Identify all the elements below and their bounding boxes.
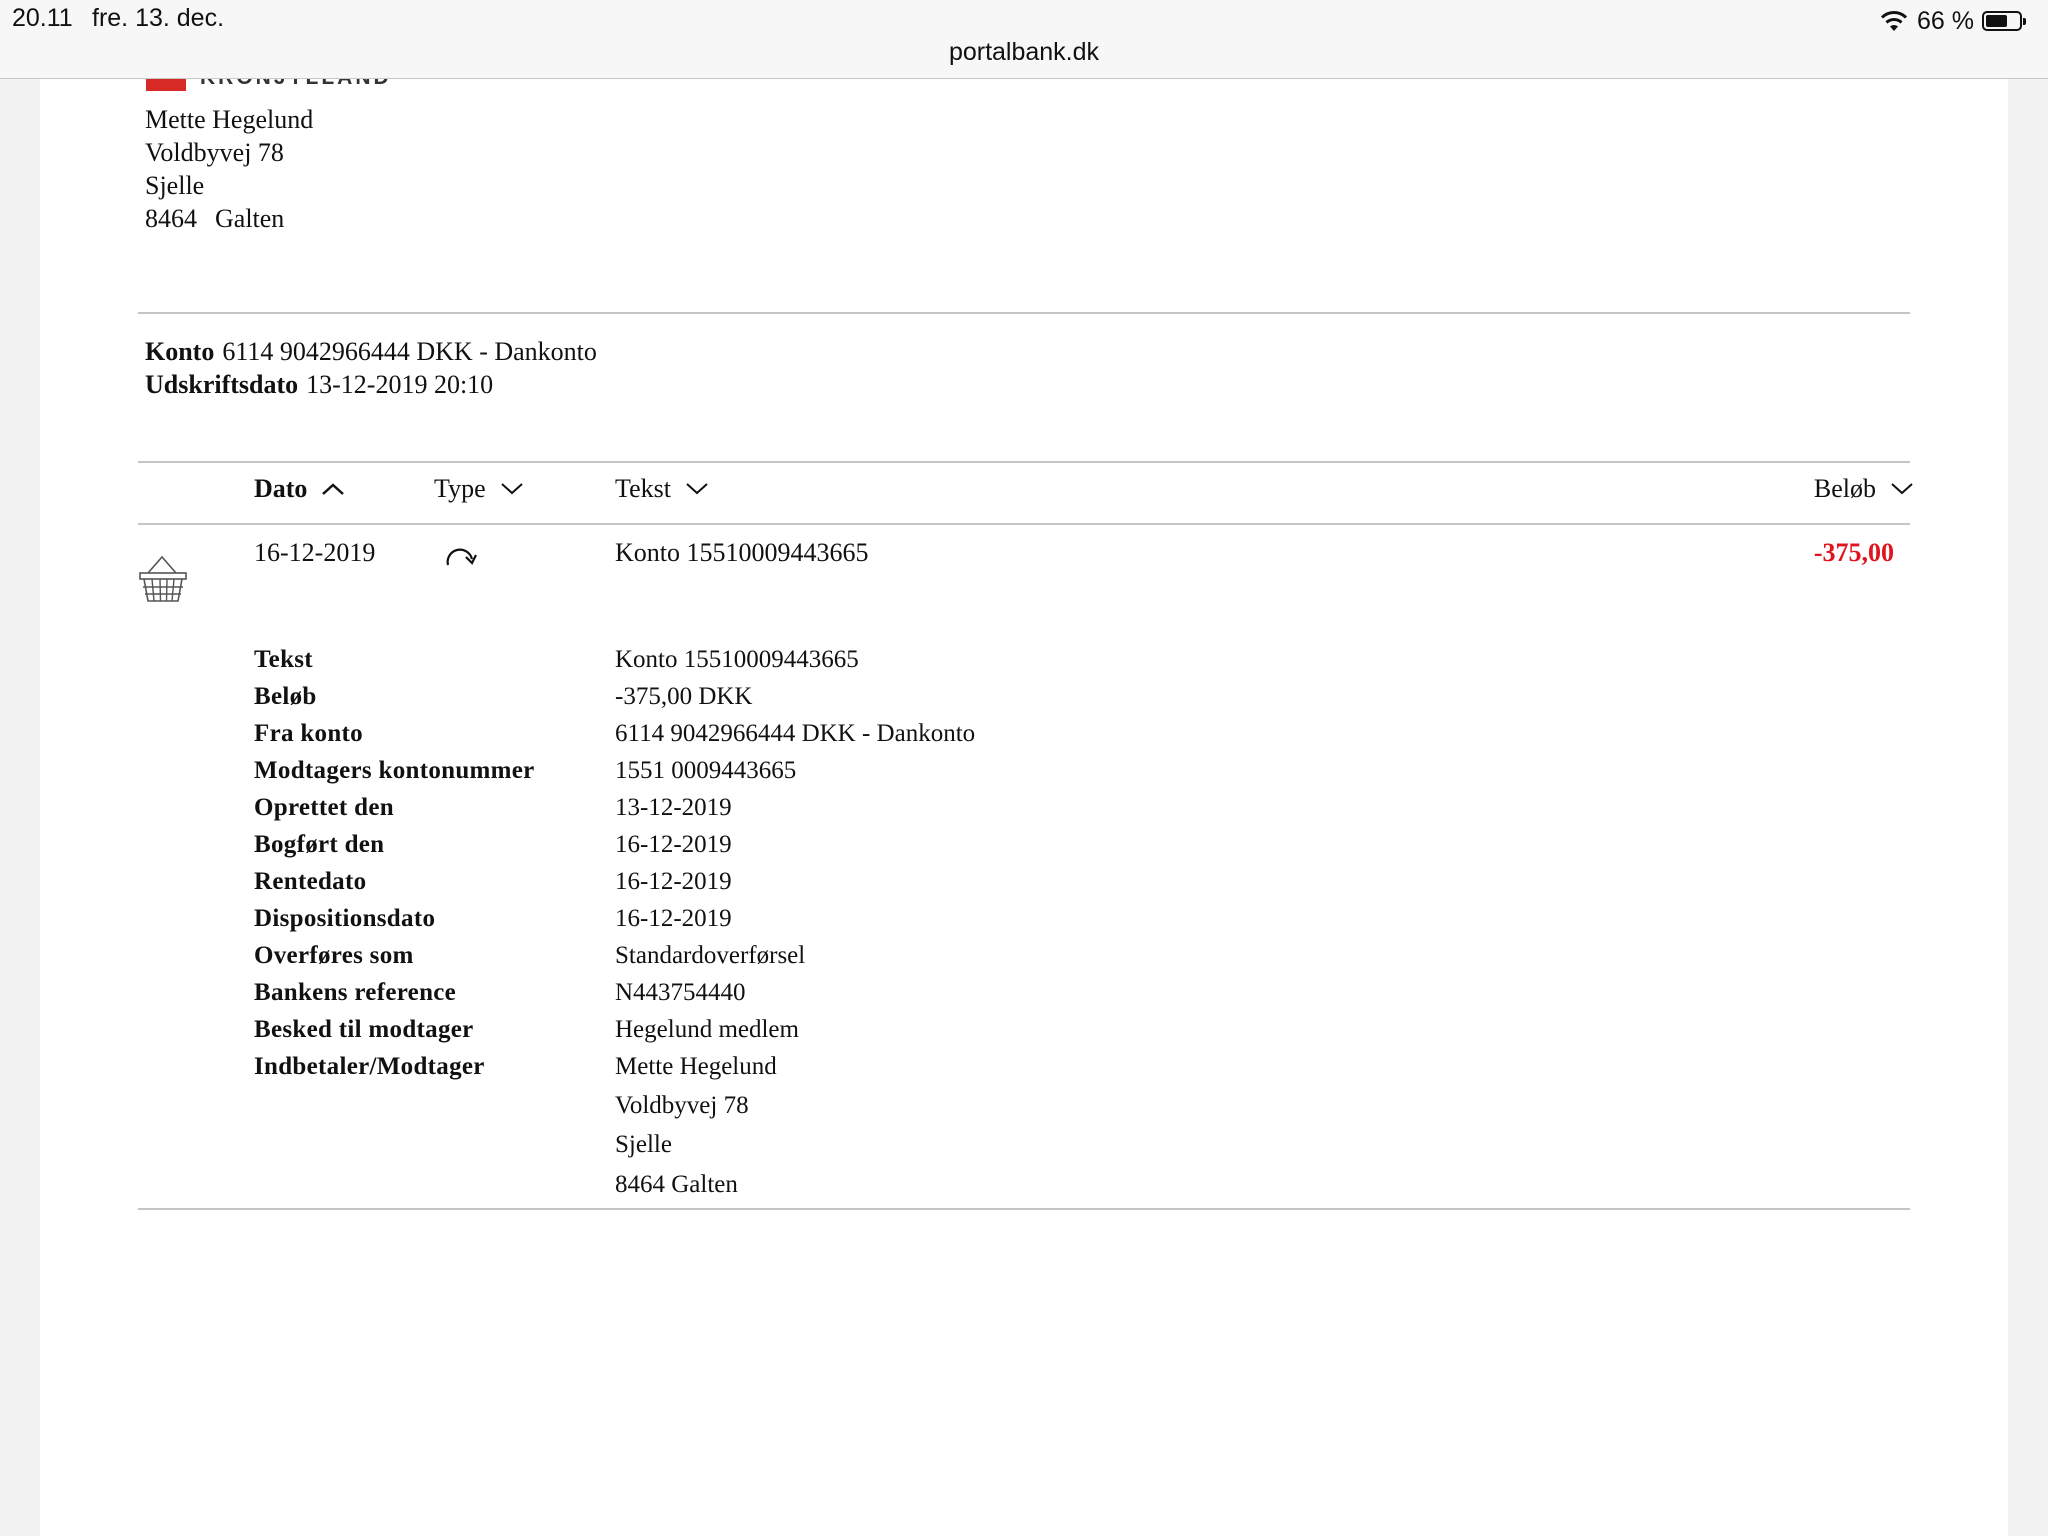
account-label: Konto (145, 337, 215, 366)
battery-fill (1986, 15, 2008, 27)
account-value: 6114 9042966444 DKK - Dankonto (222, 337, 597, 366)
customer-name: Mette Hegelund (145, 105, 314, 134)
detail-value: 16-12-2019 (615, 831, 732, 858)
battery-icon (1982, 11, 2026, 31)
divider (138, 312, 1910, 314)
wifi-icon (1880, 11, 1908, 31)
detail-value: 16-12-2019 (615, 868, 732, 895)
divider (138, 1208, 1910, 1210)
url-bar[interactable]: portalbank.dk (0, 38, 2048, 67)
column-header-dato[interactable]: Dato (254, 474, 345, 504)
transfer-arrow-icon (446, 548, 477, 566)
detail-label: Dispositionsdato (254, 905, 436, 932)
basket-icon (139, 555, 187, 602)
row-text: Konto 15510009443665 (615, 538, 869, 567)
detail-value: 13-12-2019 (615, 794, 732, 821)
divider (138, 523, 1910, 525)
detail-value: Hegelund medlem (615, 1016, 799, 1043)
detail-label: Fra konto (254, 720, 363, 747)
column-header-belob[interactable]: Beløb (1814, 474, 1914, 504)
customer-town: Sjelle (145, 171, 205, 200)
chevron-down-icon (500, 483, 523, 495)
detail-value: Konto 15510009443665 (615, 646, 859, 673)
chevron-up-icon (322, 483, 345, 495)
status-date: fre. 13. dec. (92, 4, 225, 32)
detail-label: Rentedato (254, 868, 367, 895)
browser-status-bar: 20.11 fre. 13. dec. 66 % portalbank.dk (0, 0, 2048, 79)
detail-label: Bogført den (254, 831, 385, 858)
detail-label: Oprettet den (254, 794, 394, 821)
chevron-down-icon (686, 483, 708, 495)
print-date-value: 13-12-2019 20:10 (306, 370, 494, 399)
chevron-down-icon (1891, 483, 1913, 495)
battery-percent: 66 % (1917, 6, 1974, 35)
customer-city: Galten (215, 204, 285, 233)
payer-zip-city: 8464 Galten (615, 1171, 738, 1198)
detail-label: Indbetaler/Modtager (254, 1053, 485, 1080)
payer-street: Voldbyvej 78 (615, 1092, 749, 1119)
detail-label: Tekst (254, 646, 313, 673)
detail-value: 6114 9042966444 DKK - Dankonto (615, 720, 976, 747)
customer-address: Mette Hegelund Voldbyvej 78 Sjelle 8464 G… (145, 103, 313, 235)
detail-value: Standardoverførsel (615, 942, 806, 969)
detail-value: -375,00 DKK (615, 683, 753, 710)
divider (138, 461, 1910, 463)
account-info: Konto 6114 9042966444 DKK - Dankonto Udsk… (145, 335, 597, 401)
detail-label: Modtagers kontonummer (254, 757, 535, 784)
bank-logo-text: KRONJYLLAND (200, 79, 392, 90)
statement-page: KRONJYLLAND Mette Hegelund Voldbyvej 78 … (40, 79, 2008, 1536)
detail-value: Mette Hegelund (615, 1053, 777, 1080)
customer-street: Voldbyvej 78 (145, 138, 284, 167)
bank-logo: KRONJYLLAND (146, 79, 392, 91)
bank-logo-mark (146, 79, 186, 91)
print-date-label: Udskriftsdato (145, 370, 299, 399)
detail-label: Bankens reference (254, 979, 457, 1006)
column-header-type-label: Type (434, 474, 486, 503)
detail-value: N443754440 (615, 979, 746, 1006)
payer-town: Sjelle (615, 1131, 672, 1158)
detail-label: Overføres som (254, 942, 414, 969)
status-time: 20.11 (12, 4, 73, 32)
status-indicators: 66 % (1879, 4, 2026, 38)
detail-value: 1551 0009443665 (615, 757, 797, 784)
column-header-belob-label: Beløb (1813, 474, 1876, 503)
column-header-tekst[interactable]: Tekst (615, 474, 709, 504)
column-header-tekst-label: Tekst (615, 474, 671, 503)
customer-zip: 8464 (145, 204, 197, 233)
row-amount: -375,00 (1813, 538, 1894, 567)
column-header-dato-label: Dato (254, 474, 308, 503)
detail-label: Besked til modtager (254, 1016, 474, 1043)
detail-value: 16-12-2019 (615, 905, 732, 932)
column-header-type[interactable]: Type (434, 474, 524, 504)
detail-label: Beløb (254, 683, 317, 710)
row-date: 16-12-2019 (254, 538, 376, 567)
